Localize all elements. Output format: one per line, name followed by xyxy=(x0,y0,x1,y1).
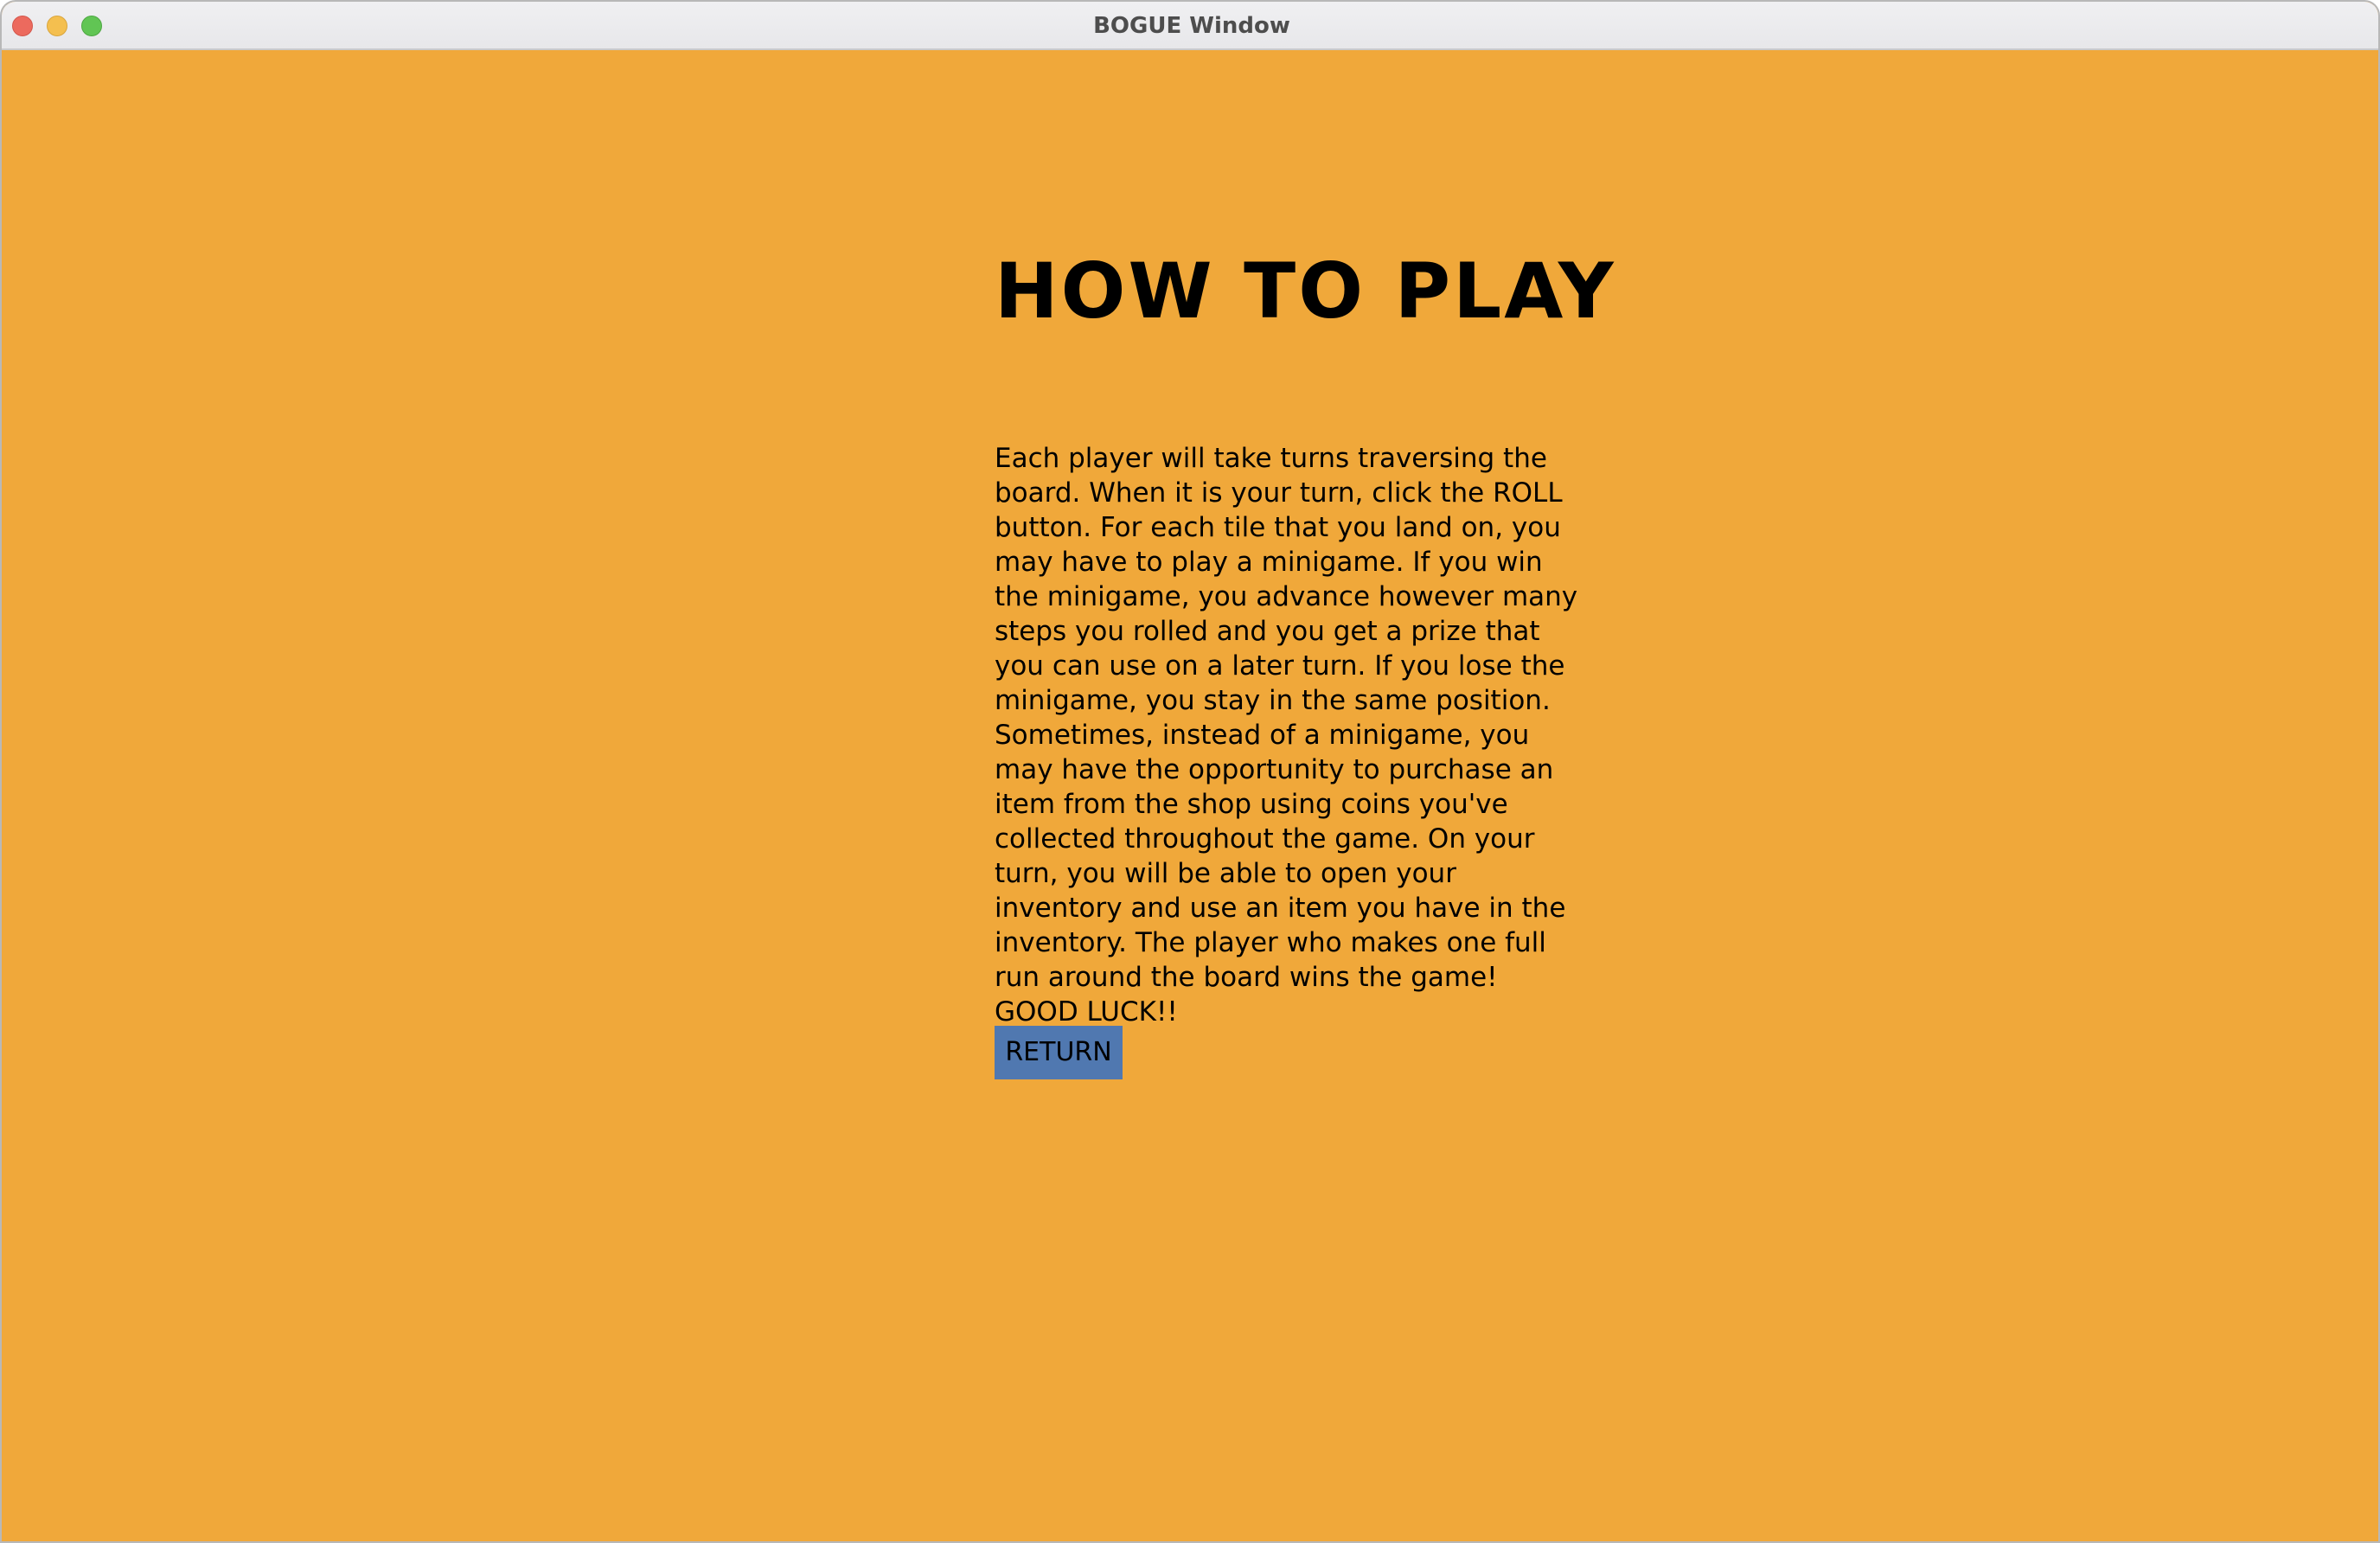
return-button[interactable]: RETURN xyxy=(995,1026,1123,1079)
app-window: BOGUE Window HOW TO PLAY Each player wil… xyxy=(0,0,2380,1543)
instructions-text: Each player will take turns traversing t… xyxy=(995,441,1591,1029)
page-title: HOW TO PLAY xyxy=(995,246,1616,336)
window-title: BOGUE Window xyxy=(1093,13,1290,39)
instructions-paragraph: Each player will take turns traversing t… xyxy=(995,443,1578,993)
good-luck-text: GOOD LUCK!! xyxy=(995,996,1178,1028)
title-bar[interactable]: BOGUE Window xyxy=(2,2,2378,50)
